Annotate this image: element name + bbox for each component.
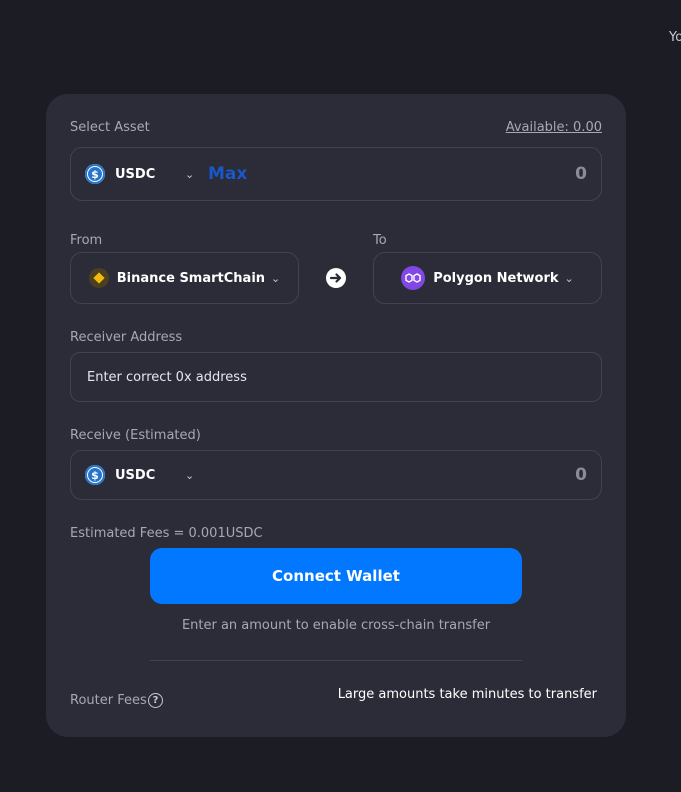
large-amounts-note: Large amounts take minutes to transfer [337,687,597,702]
available-balance-link[interactable]: Available: 0.00 [506,120,602,135]
polygon-icon [401,266,426,290]
receive-asset-symbol: USDC [115,467,156,483]
from-chain-selector[interactable]: Binance SmartChain ⌄ [70,252,299,304]
to-chain-name: Polygon Network [433,270,559,286]
estimated-fees: Estimated Fees = 0.001USDC [70,526,263,541]
divider [150,660,522,661]
to-chain-selector[interactable]: Polygon Network ⌄ [373,252,602,304]
amount-input[interactable]: 0 [467,148,587,200]
receive-asset-selector[interactable]: $ USDC ⌄ [85,451,194,499]
arrow-right-circle-icon[interactable] [326,268,346,288]
question-icon[interactable]: ? [148,693,163,708]
select-asset-label: Select Asset [70,120,150,135]
chevron-down-icon: ⌄ [271,271,281,285]
chevron-down-icon: ⌄ [185,167,195,181]
asset-selector[interactable]: $ USDC ⌄ [85,148,194,200]
cross-chain-hint: Enter an amount to enable cross-chain tr… [181,618,491,633]
router-fees-label: Router Fees [70,693,147,708]
corner-text: Yo [669,30,681,45]
receive-field: $ USDC ⌄ 0 [70,450,602,500]
chevron-down-icon: ⌄ [564,271,574,285]
bridge-card: Select Asset Available: 0.00 $ USDC ⌄ Ma… [46,94,626,737]
chevron-down-icon: ⌄ [185,468,195,482]
receiver-address-label: Receiver Address [70,330,183,345]
bnb-icon [88,268,109,288]
from-chain-name: Binance SmartChain [116,270,266,286]
to-label: To [373,233,387,248]
connect-wallet-button[interactable]: Connect Wallet [150,548,522,604]
receive-estimated-label: Receive (Estimated) [70,428,201,443]
from-label: From [70,233,103,248]
usdc-icon: $ [85,164,105,184]
asset-amount-field: $ USDC ⌄ Max 0 [70,147,602,201]
asset-symbol: USDC [115,166,156,182]
max-button[interactable]: Max [208,148,247,200]
receiver-address-input[interactable] [70,352,602,402]
receive-amount: 0 [575,465,587,485]
usdc-icon: $ [85,465,105,485]
